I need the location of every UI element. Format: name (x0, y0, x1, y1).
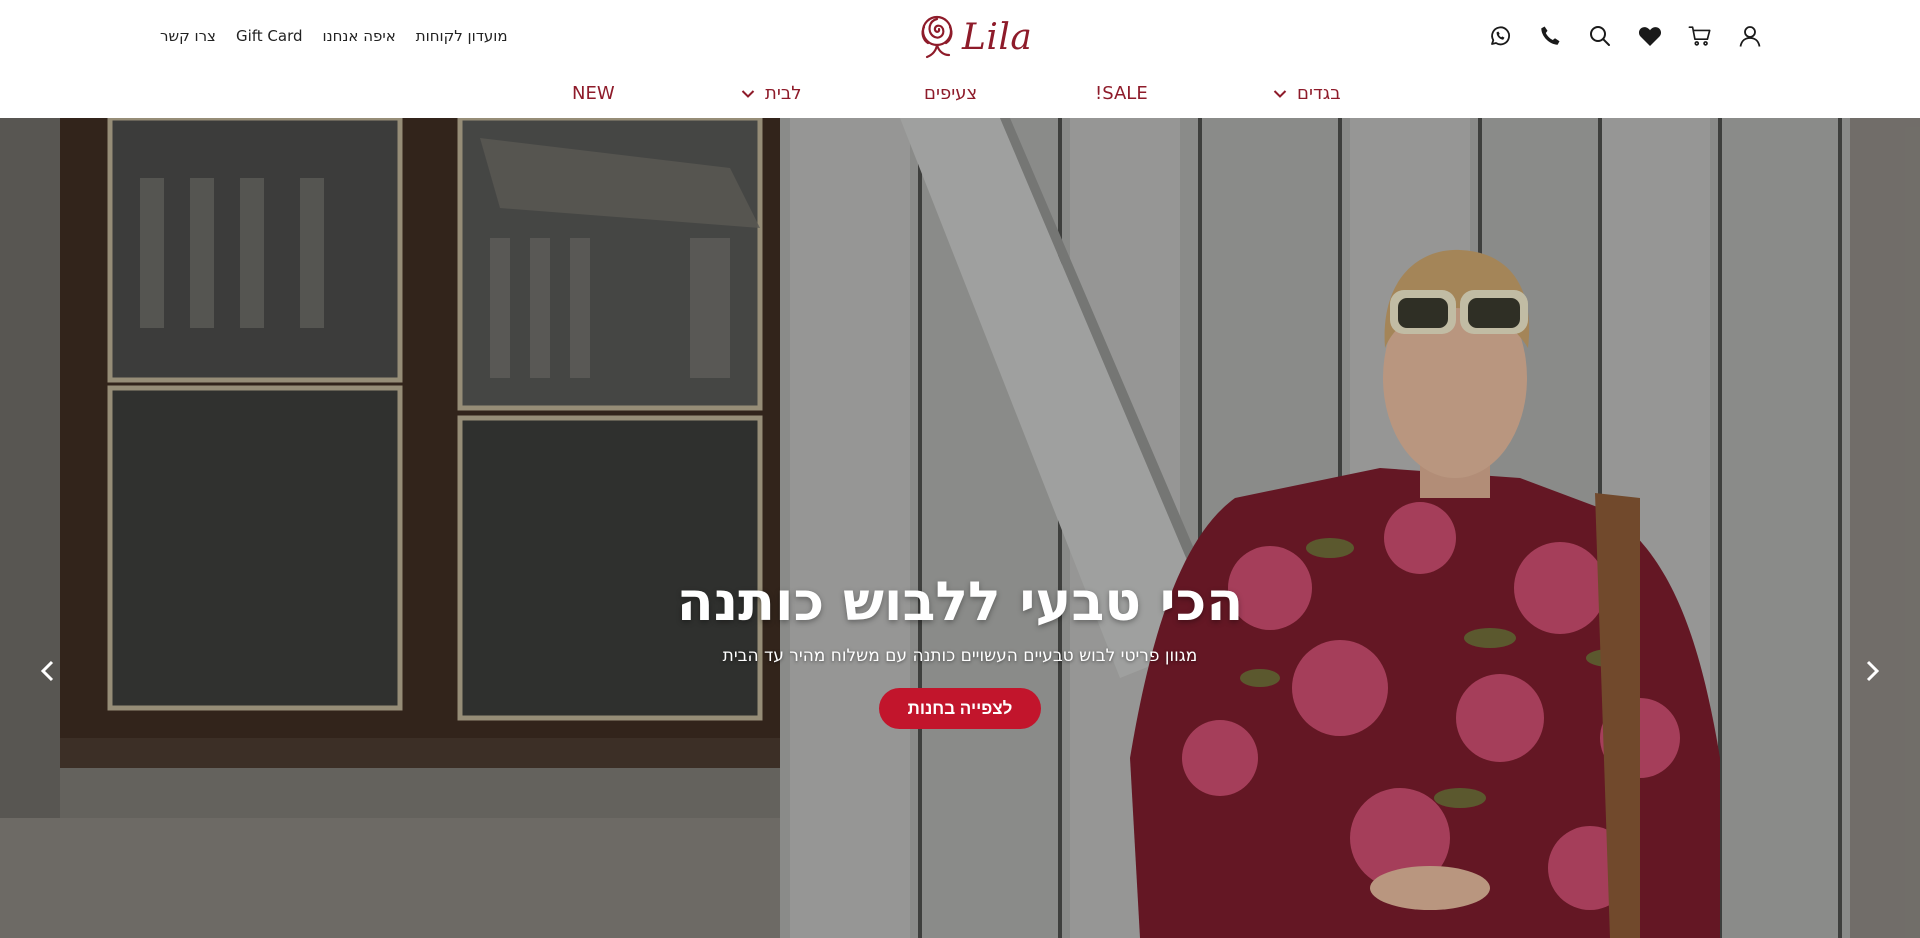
chevron-down-icon (1273, 89, 1287, 98)
site-logo[interactable]: Lila (916, 8, 1046, 66)
hero-overlay (0, 118, 1920, 938)
top-links: מועדון לקוחות איפה אנחנו Gift Card צרו ק… (160, 27, 508, 45)
carousel-next-button[interactable] (1858, 654, 1888, 688)
chevron-left-icon (40, 660, 54, 682)
chevron-right-icon (1866, 660, 1880, 682)
chevron-down-icon (741, 89, 755, 98)
nav-item-scarves[interactable]: צעיפים (924, 83, 977, 104)
heart-icon[interactable] (1638, 22, 1662, 50)
nav-item-sale-label: SALE! (1095, 83, 1148, 104)
nav-item-home-label: לבית (765, 83, 802, 104)
hero-title: הכי טבעי ללבוש כותנה (676, 570, 1244, 633)
site-header: מועדון לקוחות איפה אנחנו Gift Card צרו ק… (0, 0, 1920, 118)
nav-item-clothes[interactable]: בגדים (1273, 83, 1341, 104)
user-icon[interactable] (1738, 22, 1762, 50)
nav-item-clothes-label: בגדים (1297, 83, 1341, 104)
logo-wordmark: Lila (962, 16, 1033, 58)
top-link-club[interactable]: מועדון לקוחות (416, 27, 508, 45)
top-link-contact[interactable]: צרו קשר (160, 27, 216, 45)
shop-now-button[interactable]: לצפייה בחנות (879, 688, 1041, 729)
carousel-prev-button[interactable] (32, 654, 62, 688)
whatsapp-icon[interactable] (1488, 22, 1512, 50)
nav-item-home[interactable]: לבית (741, 83, 802, 104)
nav-item-sale[interactable]: SALE! (1095, 83, 1148, 104)
nav-item-new[interactable]: NEW (572, 83, 615, 104)
header-icons (1488, 22, 1762, 50)
phone-icon[interactable] (1538, 22, 1562, 50)
nav-item-new-label: NEW (572, 83, 615, 104)
nav-item-scarves-label: צעיפים (924, 83, 978, 104)
hero-subtitle: מגוון פריטי לבוש טבעיים העשויים כותנה עם… (722, 646, 1198, 666)
cart-icon[interactable] (1688, 22, 1712, 50)
rose-logo-icon (921, 15, 953, 59)
search-icon[interactable] (1588, 22, 1612, 50)
top-link-locations[interactable]: איפה אנחנו (323, 27, 396, 45)
top-link-gift-card[interactable]: Gift Card (236, 27, 303, 45)
main-nav: בגדים SALE! צעיפים לבית NEW (0, 83, 1920, 107)
hero-banner: הכי טבעי ללבוש כותנה מגוון פריטי לבוש טב… (0, 118, 1920, 938)
